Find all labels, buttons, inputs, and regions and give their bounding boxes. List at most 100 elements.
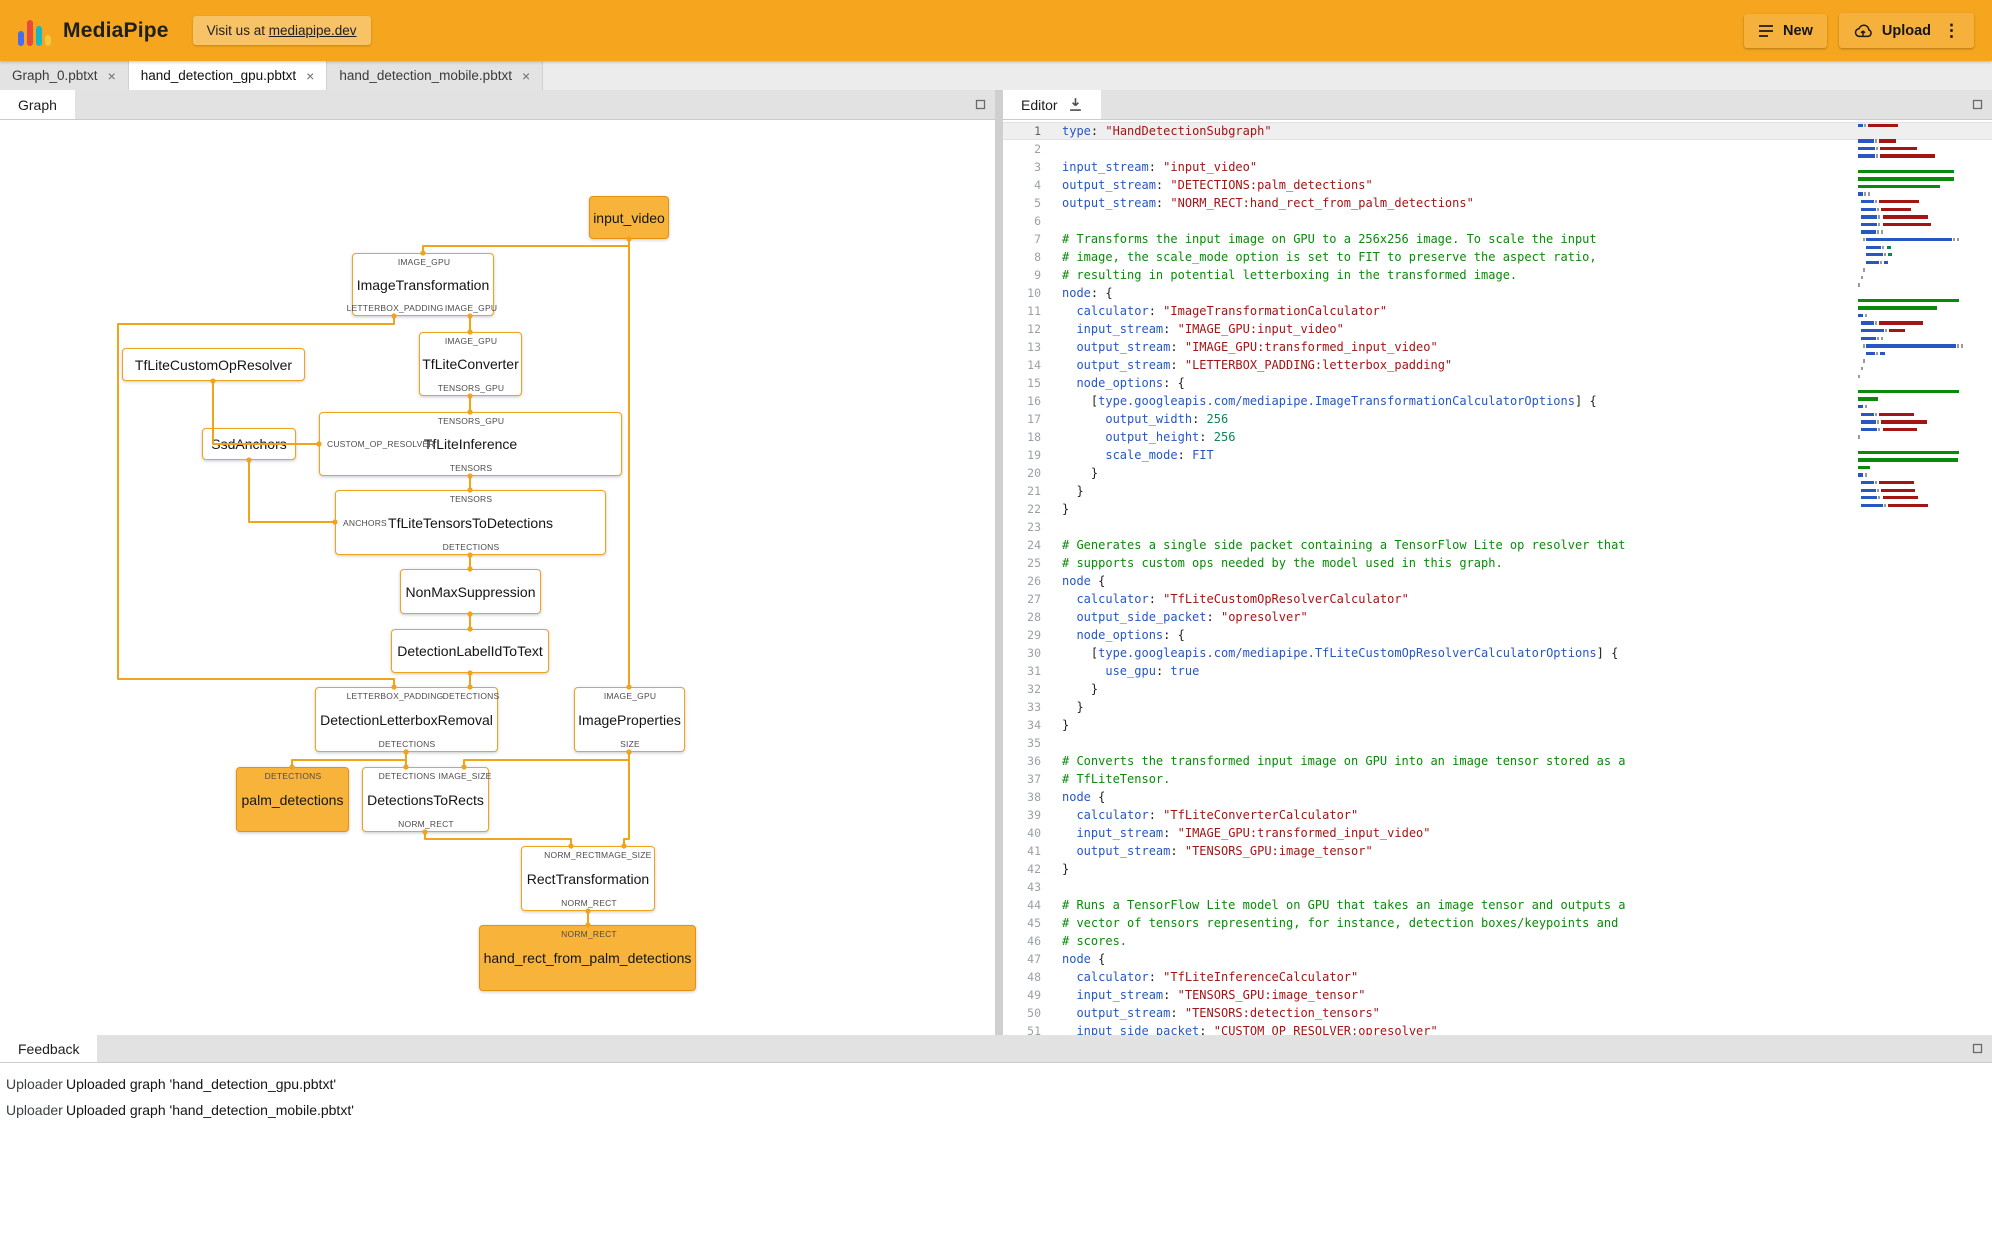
code-line[interactable]: 27 calculator: "TfLiteCustomOpResolverCa… [1003, 590, 1992, 608]
code-line[interactable]: 34} [1003, 716, 1992, 734]
code-line[interactable]: 26 node { [1003, 572, 1992, 590]
code-line[interactable]: 31 use_gpu: true [1003, 662, 1992, 680]
code-line[interactable]: 50 output_stream: "TENSORS:detection_ten… [1003, 1004, 1992, 1022]
code-line[interactable]: 22} [1003, 500, 1992, 518]
code-line[interactable]: 39 calculator: "TfLiteConverterCalculato… [1003, 806, 1992, 824]
code-line[interactable]: 51 input_side_packet: "CUSTOM_OP_RESOLVE… [1003, 1022, 1992, 1035]
upload-options-kebab-icon[interactable]: ⋮ [1943, 22, 1960, 39]
code-line[interactable]: 35 [1003, 734, 1992, 752]
code-line[interactable]: 21 } [1003, 482, 1992, 500]
code-line[interactable]: 7 # Transforms the input image on GPU to … [1003, 230, 1992, 248]
port-label-TENSORS: TENSORS [449, 493, 493, 504]
new-menu-icon [1759, 24, 1774, 37]
code-line[interactable]: 49 input_stream: "TENSORS_GPU:image_tens… [1003, 986, 1992, 1004]
code-line[interactable]: 16 [type.googleapis.com/mediapipe.ImageT… [1003, 392, 1992, 410]
feedback-entry: Uploader Uploaded graph 'hand_detection_g… [0, 1071, 1992, 1097]
code-line[interactable]: 29 node_options: { [1003, 626, 1992, 644]
upload-button[interactable]: Upload ⋮ [1838, 13, 1974, 48]
code-line[interactable]: 40 input_stream: "IMAGE_GPU:transformed_… [1003, 824, 1992, 842]
code-line[interactable]: 37 # TfLiteTensor. [1003, 770, 1992, 788]
code-line[interactable]: 10 node: { [1003, 284, 1992, 302]
code-line[interactable]: 48 calculator: "TfLiteInferenceCalculato… [1003, 968, 1992, 986]
code-line[interactable]: 2 [1003, 140, 1992, 158]
code-line[interactable]: 13 output_stream: "IMAGE_GPU:transformed… [1003, 338, 1992, 356]
code-line[interactable]: 42} [1003, 860, 1992, 878]
code-text: node { [1062, 952, 1106, 966]
code-line[interactable]: 46 # scores. [1003, 932, 1992, 950]
graph-node-RectTransformation[interactable]: RectTransformation NORM_RECT IMAGE_SIZE NOR… [521, 846, 655, 911]
code-line[interactable]: 32 } [1003, 680, 1992, 698]
editor-minimap[interactable] [1858, 122, 1966, 509]
code-line[interactable]: 24 # Generates a single side packet conta… [1003, 536, 1992, 554]
tab-graph[interactable]: Graph [0, 90, 75, 119]
document-tab-Graph_0.pbtxt[interactable]: Graph_0.pbtxt × [0, 61, 129, 90]
code-line[interactable]: 8 # image, the scale_mode option is set t… [1003, 248, 1992, 266]
document-tab-hand_detection_mobile.pbtxt[interactable]: hand_detection_mobile.pbtxt × [327, 61, 544, 90]
port-label-NORM_RECT: NORM_RECT [561, 897, 617, 908]
code-line[interactable]: 38 node { [1003, 788, 1992, 806]
download-graph-icon[interactable] [1068, 97, 1083, 112]
code-line[interactable]: 6 [1003, 212, 1992, 230]
graph-panel: Graph input_video ImageTransformation IMAG… [0, 90, 995, 1035]
graph-node-TfLiteTensorsToDetections[interactable]: TfLiteTensorsToDetections TENSORS DETECTIO… [335, 490, 606, 555]
minimap-line [1858, 502, 1966, 510]
expand-editor-panel-icon[interactable] [1972, 99, 1983, 110]
code-line[interactable]: 9 # resulting in potential letterboxing i… [1003, 266, 1992, 284]
code-line[interactable]: 17 output_width: 256 [1003, 410, 1992, 428]
graph-node-palm_detections[interactable]: palm_detections DETECTIONS [236, 767, 349, 832]
code-line[interactable]: 36 # Converts the transformed input image… [1003, 752, 1992, 770]
code-line[interactable]: 14 output_stream: "LETTERBOX_PADDING:let… [1003, 356, 1992, 374]
new-button[interactable]: New [1744, 13, 1827, 48]
code-line[interactable]: 12 input_stream: "IMAGE_GPU:input_video" [1003, 320, 1992, 338]
code-line[interactable]: 45 # vector of tensors representing, for … [1003, 914, 1992, 932]
code-line[interactable]: 23 [1003, 518, 1992, 536]
graph-node-ImageTransformation[interactable]: ImageTransformation IMAGE_GPU LETTERBOX_PA… [347, 253, 497, 316]
graph-node-ImageProperties[interactable]: ImageProperties IMAGE_GPU SIZE [574, 687, 685, 752]
code-line[interactable]: 47 node { [1003, 950, 1992, 968]
graph-node-TfLiteCustomOpResolver[interactable]: TfLiteCustomOpResolver [122, 348, 305, 381]
code-text: # Converts the transformed input image o… [1062, 754, 1626, 768]
code-line[interactable]: 4 output_stream: "DETECTIONS:palm_detecti… [1003, 176, 1992, 194]
editor-body[interactable]: 1 type: "HandDetectionSubgraph" 2 3 input_st… [1003, 120, 1992, 1035]
graph-node-NonMaxSuppression[interactable]: NonMaxSuppression [400, 569, 541, 614]
code-line[interactable]: 44 # Runs a TensorFlow Lite model on GPU … [1003, 896, 1992, 914]
graph-node-DetectionsToRects[interactable]: DetectionsToRects DETECTIONS IMAGE_SIZE NOR… [362, 767, 491, 832]
close-tab-icon[interactable]: × [108, 69, 116, 83]
graph-node-input_video[interactable]: input_video [589, 196, 669, 239]
port-label-NORM_RECT: NORM_RECT [398, 818, 454, 829]
code-line[interactable]: 11 calculator: "ImageTransformationCalcu… [1003, 302, 1992, 320]
line-number: 11 [1027, 304, 1041, 318]
editor-panel: Editor 1 type: "HandDetectionSubgraph" 2 3 i… [1003, 90, 1992, 1035]
expand-graph-panel-icon[interactable] [975, 99, 986, 110]
tab-editor[interactable]: Editor [1003, 90, 1101, 119]
graph-node-TfLiteInference[interactable]: TfLiteInference TENSORS_GPU TENSORS CUSTOM_… [319, 412, 622, 476]
feedback-source: Uploader [6, 1076, 63, 1092]
code-line[interactable]: 25 # supports custom ops needed by the mo… [1003, 554, 1992, 572]
mediapipe-dev-link[interactable]: mediapipe.dev [269, 23, 357, 38]
code-line[interactable]: 43 [1003, 878, 1992, 896]
graph-canvas[interactable]: input_video ImageTransformation IMAGE_GPU L… [0, 120, 995, 1035]
tab-feedback[interactable]: Feedback [0, 1035, 98, 1062]
code-text: # supports custom ops needed by the mode… [1062, 556, 1503, 570]
code-line[interactable]: 3 input_stream: "input_video" [1003, 158, 1992, 176]
graph-node-hand_rect_from_palm_detections[interactable]: hand_rect_from_palm_detections NORM_RECT [479, 925, 696, 991]
graph-node-DetectionLetterboxRemoval[interactable]: DetectionLetterboxRemoval LETTERBOX_PADDI… [315, 687, 499, 752]
code-line[interactable]: 15 node_options: { [1003, 374, 1992, 392]
minimap-line [1858, 312, 1966, 320]
code-line[interactable]: 18 output_height: 256 [1003, 428, 1992, 446]
graph-node-DetectionLabelIdToText[interactable]: DetectionLabelIdToText [391, 629, 549, 673]
code-line[interactable]: 33 } [1003, 698, 1992, 716]
graph-node-TfLiteConverter[interactable]: TfLiteConverter IMAGE_GPU TENSORS_GPU [419, 332, 522, 396]
code-line[interactable]: 28 output_side_packet: "opresolver" [1003, 608, 1992, 626]
code-line[interactable]: 5 output_stream: "NORM_RECT:hand_rect_fro… [1003, 194, 1992, 212]
expand-feedback-panel-icon[interactable] [1972, 1043, 1983, 1054]
code-line[interactable]: 20 } [1003, 464, 1992, 482]
graph-node-SsdAnchors[interactable]: SsdAnchors [202, 428, 296, 460]
code-line[interactable]: 30 [type.googleapis.com/mediapipe.TfLite… [1003, 644, 1992, 662]
code-line[interactable]: 19 scale_mode: FIT [1003, 446, 1992, 464]
code-line[interactable]: 41 output_stream: "TENSORS_GPU:image_ten… [1003, 842, 1992, 860]
document-tab-hand_detection_gpu.pbtxt[interactable]: hand_detection_gpu.pbtxt × [128, 61, 328, 90]
close-tab-icon[interactable]: × [522, 69, 530, 83]
code-line[interactable]: 1 type: "HandDetectionSubgraph" [1003, 122, 1992, 140]
close-tab-icon[interactable]: × [306, 69, 314, 83]
